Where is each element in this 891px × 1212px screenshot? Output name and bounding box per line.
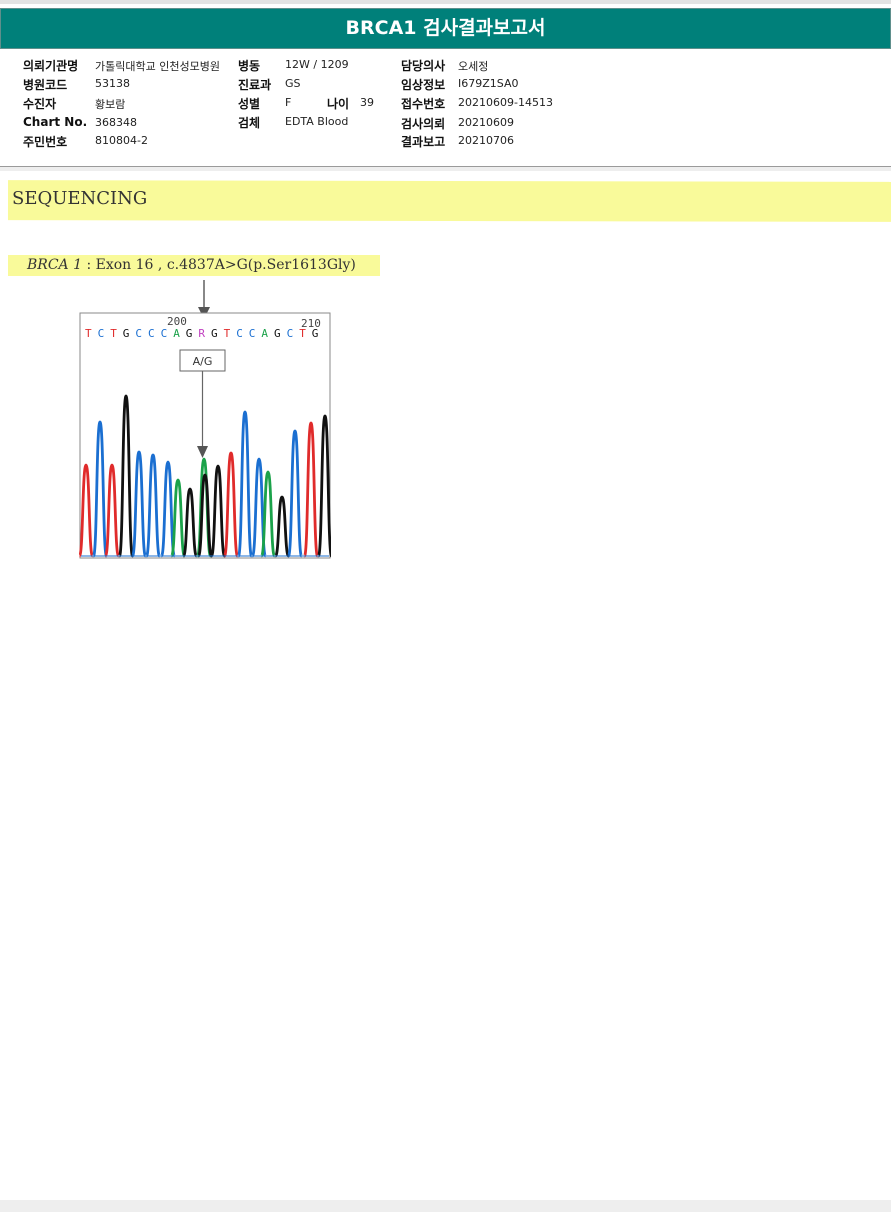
- info-value-physician: 오세정: [458, 60, 489, 73]
- base-call-letter: C: [148, 327, 155, 340]
- base-call-letter: T: [299, 327, 306, 340]
- info-value-department: GS: [285, 77, 301, 90]
- sequence-chromatogram: 200 210 TCTGCCCAGRGTCCAGCTG A/G: [79, 312, 331, 559]
- info-label-ward: 병동: [238, 59, 261, 73]
- info-value-report-date: 20210706: [458, 134, 514, 147]
- info-label-institution: 의뢰기관명: [23, 59, 79, 73]
- info-label-report-date: 결과보고: [401, 135, 446, 149]
- info-label-request-date: 검사의뢰: [401, 117, 446, 131]
- base-call-letter: C: [236, 327, 243, 340]
- base-call-letter: C: [161, 327, 168, 340]
- base-call-letter: C: [249, 327, 256, 340]
- info-value-hospital-code: 53138: [95, 77, 130, 90]
- info-label-department: 진료과: [238, 78, 272, 92]
- gene-name: BRCA 1: [27, 257, 83, 273]
- info-label-physician: 담당의사: [401, 59, 446, 73]
- info-label-chart-no: Chart No.: [23, 115, 88, 129]
- info-value-patient: 황보람: [95, 98, 126, 111]
- base-call-letter: C: [287, 327, 294, 340]
- info-label-hospital-code: 병원코드: [23, 78, 68, 92]
- base-call-letter: A: [173, 327, 180, 340]
- bottom-border: [0, 1200, 891, 1212]
- call-label: A/G: [193, 355, 213, 368]
- info-value-chart-no: 368348: [95, 116, 137, 129]
- panel-shadow: [0, 167, 891, 171]
- base-call-letter: T: [224, 327, 231, 340]
- section-title: SEQUENCING: [12, 188, 148, 209]
- base-call-letter: G: [312, 327, 319, 340]
- info-label-specimen: 검체: [238, 116, 261, 130]
- base-call-letter: R: [198, 327, 205, 340]
- info-label-age: 나이: [327, 97, 350, 111]
- info-label-accession-no: 접수번호: [401, 97, 446, 111]
- info-label-resident-no: 주민번호: [23, 135, 68, 149]
- base-call-letter: G: [123, 327, 130, 340]
- info-label-patient: 수진자: [23, 97, 57, 111]
- info-value-clinical-info: I679Z1SA0: [458, 77, 519, 90]
- base-call-letter: T: [110, 327, 117, 340]
- info-value-ward: 12W / 1209: [285, 58, 349, 71]
- mutation-line: BRCA 1 : Exon 16 , c.4837A>G(p.Ser1613Gl…: [27, 257, 356, 273]
- info-label-clinical-info: 임상정보: [401, 78, 446, 92]
- base-call-letter: G: [186, 327, 193, 340]
- report-title: BRCA1 검사결과보고서: [0, 8, 891, 49]
- info-value-accession-no: 20210609-14513: [458, 96, 553, 109]
- top-border: [0, 0, 891, 4]
- info-value-institution: 가톨릭대학교 인천성모병원: [95, 60, 220, 73]
- patient-info-panel: 의뢰기관명 가톨릭대학교 인천성모병원 병원코드 53138 수진자 황보람 C…: [0, 48, 891, 168]
- info-value-resident-no: 810804-2: [95, 134, 148, 147]
- mutation-detail: Exon 16 , c.4837A>G(p.Ser1613Gly): [95, 257, 356, 273]
- base-call-letter: C: [135, 327, 142, 340]
- info-value-request-date: 20210609: [458, 116, 514, 129]
- base-call-letter: T: [85, 327, 92, 340]
- base-call-letter: G: [211, 327, 218, 340]
- base-call-letter: A: [261, 327, 268, 340]
- base-call-letter: C: [98, 327, 105, 340]
- info-label-sex: 성별: [238, 97, 261, 111]
- mutation-separator: :: [82, 257, 96, 273]
- info-value-sex: F: [285, 96, 292, 109]
- info-value-age: 39: [360, 96, 374, 109]
- base-call-letter: G: [274, 327, 281, 340]
- info-value-specimen: EDTA Blood: [285, 115, 349, 128]
